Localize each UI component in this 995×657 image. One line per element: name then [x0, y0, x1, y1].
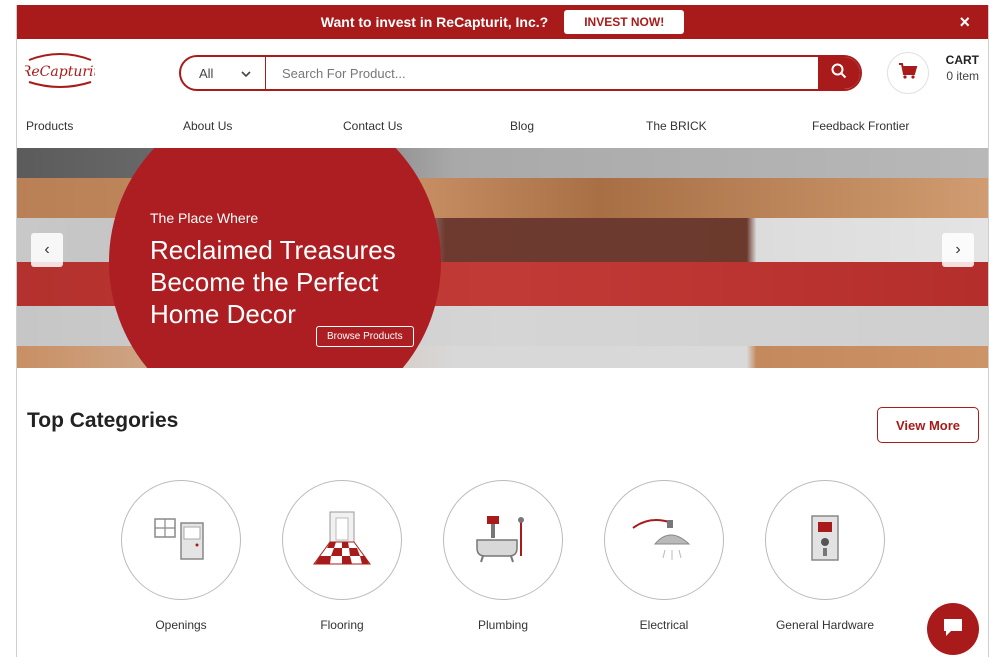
promo-text: Want to invest in ReCapturit, Inc.?	[320, 14, 549, 30]
nav-item-blog[interactable]: Blog	[510, 119, 534, 133]
category-label: Openings	[155, 618, 207, 632]
cart-summary[interactable]: CART 0 item	[937, 53, 979, 83]
category-circle	[765, 480, 885, 600]
cart-label: CART	[945, 53, 979, 67]
bathtub-icon	[473, 512, 533, 569]
view-more-button[interactable]: View More	[877, 407, 979, 443]
cart-count: 0 item	[946, 69, 979, 83]
nav-item-the-brick[interactable]: The BRICK	[646, 119, 707, 133]
hero-title: Reclaimed Treasures Become the Perfect H…	[150, 235, 396, 329]
category-circle	[443, 480, 563, 600]
nav-item-contact-us[interactable]: Contact Us	[343, 119, 402, 133]
search-button[interactable]	[818, 57, 860, 89]
category-openings[interactable]: Openings	[121, 480, 241, 632]
category-plumbing[interactable]: Plumbing	[443, 480, 563, 632]
main-nav: Products About Us Contact Us Blog The BR…	[17, 105, 988, 149]
chat-bubble-icon	[941, 616, 965, 643]
search-input[interactable]	[266, 57, 818, 89]
chat-button[interactable]	[927, 603, 979, 655]
search-category-value: All	[199, 65, 214, 81]
cart-button[interactable]	[887, 52, 929, 94]
search-bar: All	[179, 55, 862, 91]
switch-plate-icon	[810, 514, 840, 567]
logo[interactable]: ReCapturit	[20, 50, 100, 90]
page: Want to invest in ReCapturit, Inc.? INVE…	[16, 5, 989, 657]
category-label: Plumbing	[477, 618, 529, 632]
category-general-hardware[interactable]: General Hardware	[765, 480, 885, 632]
chevron-down-icon	[241, 66, 251, 81]
category-circle	[604, 480, 724, 600]
chevron-right-icon: ›	[955, 241, 961, 258]
logo-text: ReCapturit	[25, 64, 95, 80]
browse-products-button[interactable]: Browse Products	[316, 326, 414, 347]
cart-icon	[898, 62, 918, 85]
hero-subtitle: The Place Where	[150, 210, 259, 226]
category-label: General Hardware	[775, 618, 875, 632]
header: ReCapturit All CART	[17, 39, 988, 105]
promo-bar: Want to invest in ReCapturit, Inc.? INVE…	[17, 5, 988, 39]
close-icon[interactable]: ×	[959, 12, 970, 33]
category-label: Flooring	[320, 618, 364, 632]
invest-now-button[interactable]: INVEST NOW!	[564, 10, 685, 34]
category-circle	[121, 480, 241, 600]
search-icon	[831, 63, 847, 84]
pendant-lamp-icon	[629, 510, 699, 571]
checkered-floor-icon	[312, 510, 372, 571]
category-circle	[282, 480, 402, 600]
carousel-prev-button[interactable]: ‹	[31, 233, 63, 267]
hero-banner: The Place Where Reclaimed Treasures Beco…	[17, 148, 988, 368]
top-categories-title: Top Categories	[27, 409, 179, 432]
nav-item-about-us[interactable]: About Us	[183, 119, 232, 133]
nav-item-feedback-frontier[interactable]: Feedback Frontier	[812, 119, 909, 133]
chevron-left-icon: ‹	[44, 241, 50, 258]
category-label: Electrical	[639, 618, 689, 632]
nav-item-products[interactable]: Products	[26, 119, 73, 133]
category-electrical[interactable]: Electrical	[604, 480, 724, 632]
category-flooring[interactable]: Flooring	[282, 480, 402, 632]
carousel-next-button[interactable]: ›	[942, 233, 974, 267]
search-category-select[interactable]: All	[181, 57, 266, 89]
door-window-icon	[153, 515, 209, 566]
